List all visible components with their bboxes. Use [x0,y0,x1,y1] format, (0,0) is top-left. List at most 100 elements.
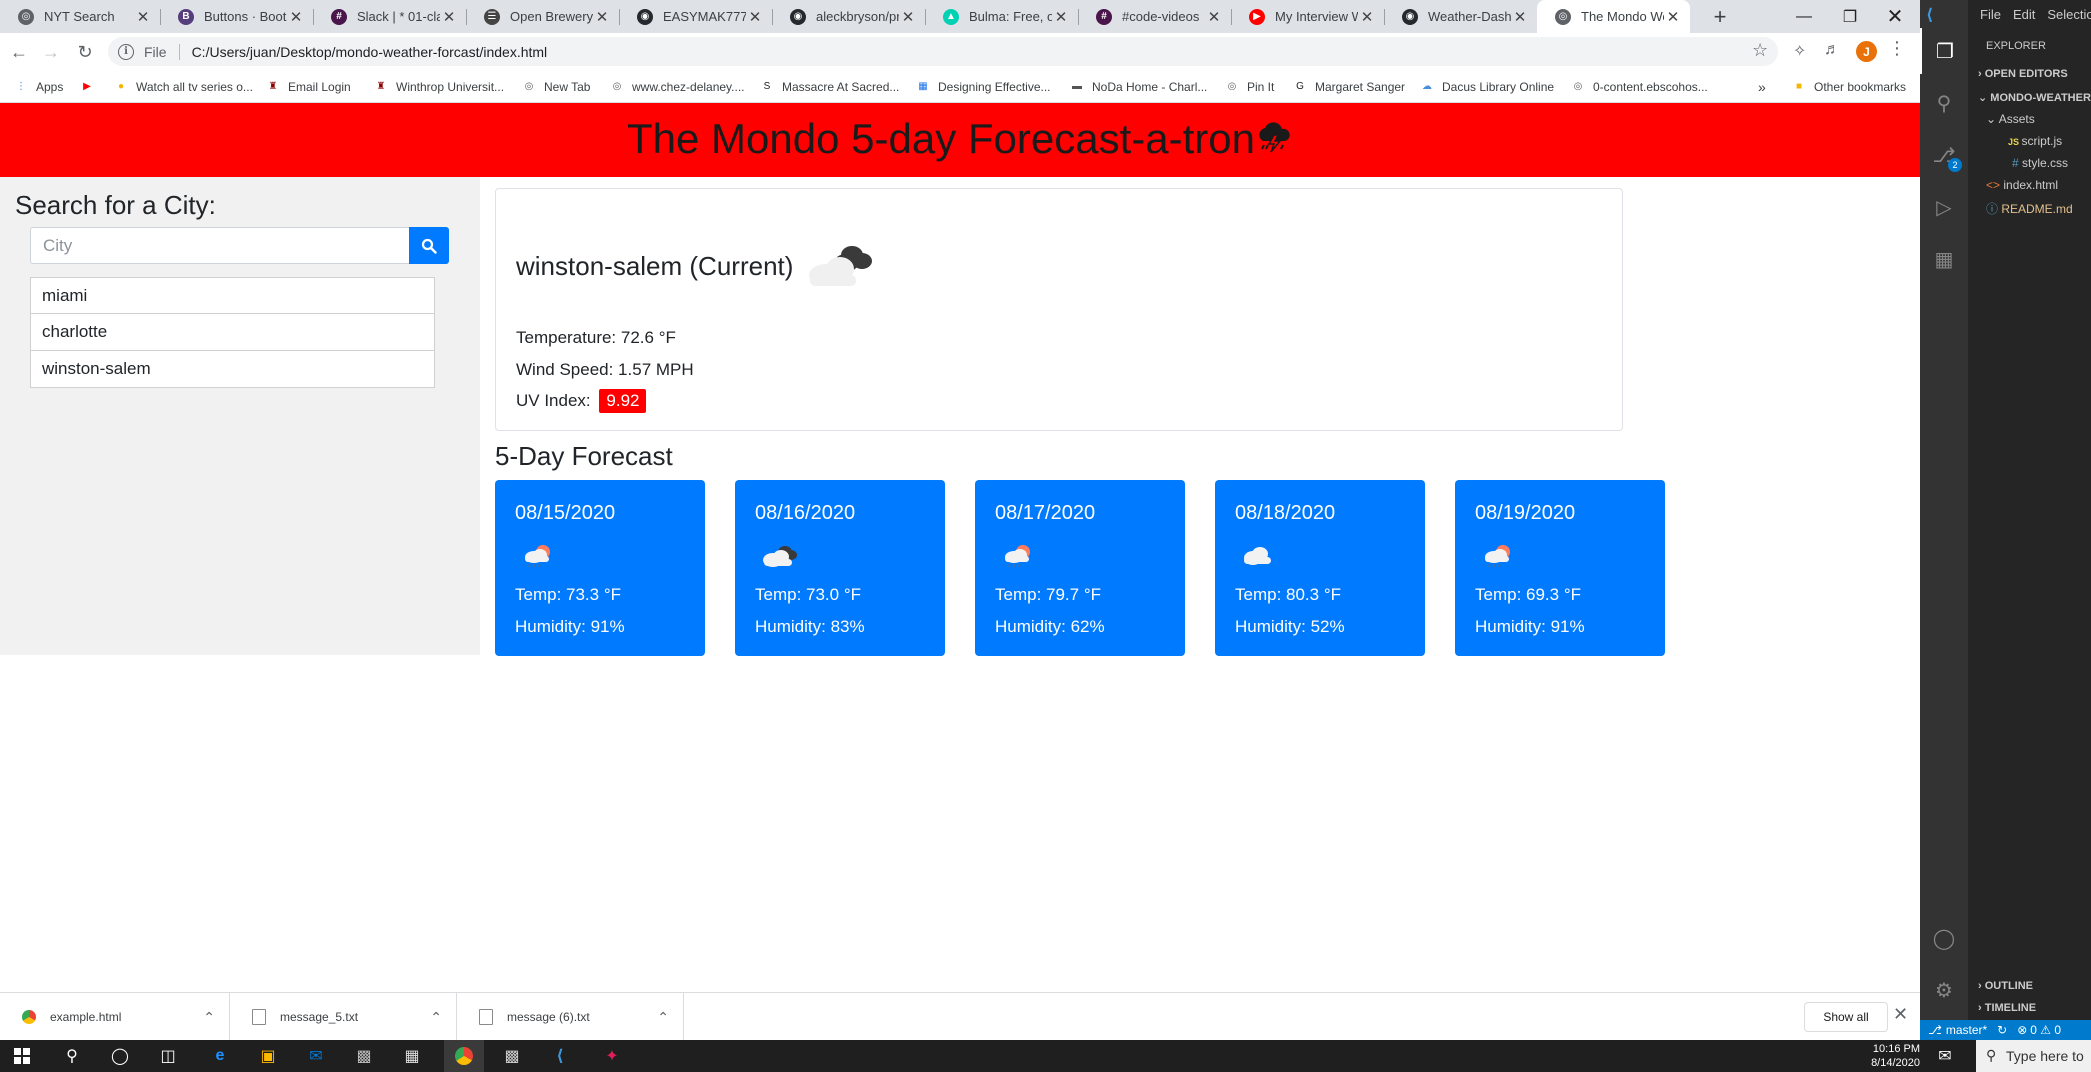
sync-icon[interactable]: ↻ [1997,1023,2007,1037]
bookmark-item[interactable]: ◎ 0-content.ebscohos... [1571,70,1708,103]
browser-tab[interactable]: ▶ My Interview Wi ✕ [1231,0,1384,33]
notifications-icon[interactable]: ✉ [1930,1040,1960,1072]
terminal-icon[interactable]: ▩ [492,1040,532,1072]
bookmark-item[interactable]: ◎ www.chez-delaney.... [610,70,745,103]
history-item[interactable]: charlotte [30,314,435,351]
search-icon[interactable]: ⚲ [1920,80,1968,126]
search-button[interactable] [409,227,449,264]
show-all-downloads-button[interactable]: Show all [1804,1002,1888,1032]
other-bookmarks-folder[interactable]: ■ Other bookmarks [1792,70,1906,103]
browser-tab[interactable]: ☰ Open Brewery DB✕ [466,0,619,33]
chrome-taskbar-icon[interactable] [444,1040,484,1072]
close-tab-icon[interactable]: ✕ [440,8,458,26]
outline-section[interactable]: › OUTLINE [1978,980,2033,992]
menu-selection[interactable]: Selection [2047,7,2091,22]
reload-icon[interactable]: ↻ [72,39,98,65]
tree-item-index-html[interactable]: <> index.html [1986,178,2058,192]
close-tab-icon[interactable]: ✕ [287,8,305,26]
media-control-icon[interactable]: ♬ [1824,41,1840,59]
taskbar-search-box[interactable]: ⚲ Type here to [1976,1040,2091,1072]
close-tab-icon[interactable]: ✕ [1052,8,1070,26]
forward-icon[interactable]: → [38,39,64,65]
browser-tab[interactable]: B Buttons · Bootstrap✕ [160,0,313,33]
tree-item-script-js[interactable]: JS script.js [2008,134,2062,148]
browser-tab[interactable]: ◉ EASYMAK777/m✕ [619,0,772,33]
chrome-menu-icon[interactable]: ⋮ [1888,38,1906,59]
browser-tab[interactable]: ▲ Bulma: Free, open✕ [925,0,1078,33]
close-tab-icon[interactable]: ✕ [899,8,917,26]
branch-name[interactable]: master* [1946,1023,1987,1037]
chevron-up-icon[interactable]: ⌃ [203,1009,215,1026]
download-item[interactable]: message (6).txt ⌃ [457,993,684,1041]
close-tab-icon[interactable]: ✕ [134,8,152,26]
extensions-icon[interactable]: ▦ [1920,236,1968,282]
history-item[interactable]: miami [30,277,435,314]
new-tab-button[interactable]: + [1706,0,1734,33]
app-icon[interactable]: ▦ [392,1040,432,1072]
close-tab-icon[interactable]: ✕ [1358,8,1376,26]
browser-tab[interactable]: ◎ NYT Search ✕ [0,0,160,33]
menu-edit[interactable]: Edit [2013,7,2035,22]
system-clock[interactable]: 10:16 PM 8/14/2020 [1860,1042,1920,1070]
apps-shortcut[interactable]: ⋮ Apps [14,70,63,103]
search-icon[interactable]: ⚲ [52,1040,92,1072]
close-tab-icon[interactable]: ✕ [746,8,764,26]
chevron-up-icon[interactable]: ⌃ [430,1009,442,1026]
close-download-bar-icon[interactable]: ✕ [1893,1004,1908,1025]
bookmark-item[interactable]: ▶ [80,70,102,103]
bookmark-item[interactable]: ☁ Dacus Library Online [1420,70,1554,103]
vscode-taskbar-icon[interactable]: ⟨ [540,1040,580,1072]
cortana-icon[interactable]: ◯ [100,1040,140,1072]
close-tab-icon[interactable]: ✕ [1511,8,1529,26]
bookmark-item[interactable]: G Margaret Sanger [1293,70,1405,103]
timeline-section[interactable]: › TIMELINE [1978,1002,2036,1014]
task-view-icon[interactable]: ◫ [148,1040,188,1072]
close-tab-icon[interactable]: ✕ [593,8,611,26]
open-editors-section[interactable]: › OPEN EDITORS [1978,68,2068,80]
slack-taskbar-icon[interactable]: ✦ [592,1040,632,1072]
bookmark-item[interactable]: ♜ Winthrop Universit... [374,70,505,103]
menu-file[interactable]: File [1980,7,2001,22]
city-search-input[interactable] [30,227,410,264]
download-item[interactable]: example.html ⌃ [0,993,230,1041]
tree-item-style-css[interactable]: # style.css [2012,156,2068,170]
project-folder[interactable]: ⌄ MONDO-WEATHER- [1978,91,2091,104]
problems-count[interactable]: 0 ⚠ 0 [2030,1023,2061,1037]
bookmark-item[interactable]: ♜ Email Login [266,70,351,103]
address-bar[interactable]: i File C:/Users/juan/Desktop/mondo-weath… [108,37,1778,66]
explorer-icon[interactable]: ❐ [1920,28,1968,74]
close-tab-icon[interactable]: ✕ [1205,8,1223,26]
info-icon[interactable]: i [118,43,134,60]
browser-tab[interactable]: ◉ Weather-Dashbo✕ [1384,0,1537,33]
history-item[interactable]: winston-salem [30,351,435,388]
bookmark-item[interactable]: ◎ New Tab [522,70,591,103]
bookmark-item[interactable]: ● Watch all tv series o... [114,70,253,103]
chevron-up-icon[interactable]: ⌃ [657,1009,669,1026]
close-tab-icon[interactable]: ✕ [1664,8,1682,26]
bookmark-star-icon[interactable]: ☆ [1752,40,1768,61]
download-item[interactable]: message_5.txt ⌃ [230,993,457,1041]
restore-icon[interactable]: ❐ [1829,0,1871,33]
extensions-icon[interactable]: ✧ [1793,41,1806,61]
bookmark-item[interactable]: S Massacre At Sacred... [760,70,900,103]
close-window-icon[interactable]: ✕ [1874,0,1916,33]
tree-item-assets[interactable]: ⌄ Assets [1986,112,2035,126]
account-icon[interactable]: ◯ [1920,915,1968,961]
app-icon[interactable]: ▩ [344,1040,384,1072]
bookmark-item[interactable]: ◎ Pin It [1225,70,1275,103]
more-bookmarks-icon[interactable]: » [1758,70,1766,103]
minimize-icon[interactable]: — [1783,0,1825,33]
bookmark-item[interactable]: ▦ Designing Effective... [916,70,1050,103]
source-control-icon[interactable]: ⎇ 2 [1920,132,1968,178]
bookmark-item[interactable]: ▬ NoDa Home - Charl... [1070,70,1207,103]
url-text[interactable]: C:/Users/juan/Desktop/mondo-weather-forc… [192,44,548,60]
run-debug-icon[interactable]: ▷ [1920,184,1968,230]
browser-tab[interactable]: ◎ The Mondo Wea✕ [1537,0,1690,33]
mail-icon[interactable]: ✉ [296,1040,336,1072]
browser-tab[interactable]: # Slack | * 01-class✕ [313,0,466,33]
store-icon[interactable]: ▣ [248,1040,288,1072]
browser-tab[interactable]: # #code-videos ✕ [1078,0,1231,33]
profile-avatar[interactable]: J [1856,41,1877,62]
back-icon[interactable]: ← [6,39,32,65]
settings-gear-icon[interactable]: ⚙ [1920,967,1968,1013]
